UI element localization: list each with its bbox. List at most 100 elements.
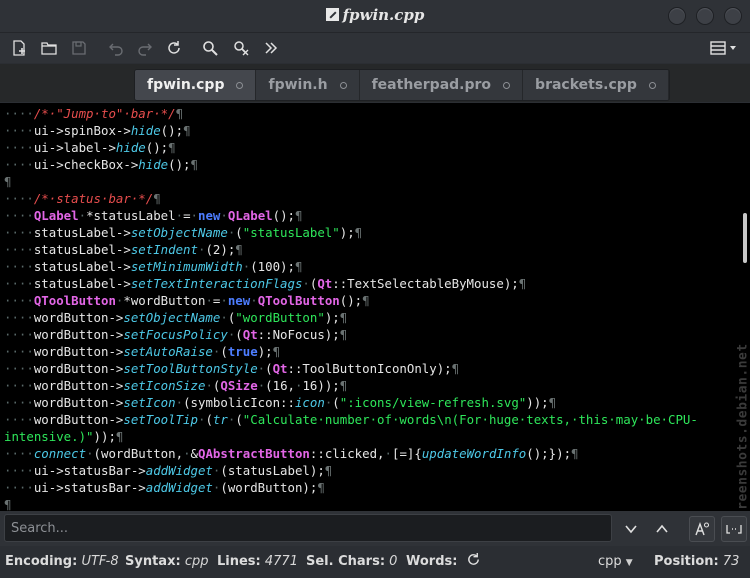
code-token: (	[205, 412, 213, 427]
code-token: Qt	[272, 361, 288, 376]
new-document-icon[interactable]	[7, 36, 31, 60]
code-token: new	[198, 208, 221, 223]
jump-icon[interactable]	[259, 36, 283, 60]
reload-icon[interactable]	[162, 36, 186, 60]
tab-featherpad-pro[interactable]: featherpad.pro	[360, 70, 524, 100]
code-line: ····wordButton->setIcon·(symbolicIcon::i…	[4, 394, 556, 411]
code-token: ¶	[168, 140, 176, 155]
code-token: ¶	[183, 123, 191, 138]
code-token: );	[257, 344, 273, 359]
search-input[interactable]	[4, 514, 612, 542]
code-token: ));	[526, 395, 549, 410]
code-line: ····ui->checkBox->hide();¶	[4, 156, 198, 173]
tab-label: brackets.cpp	[535, 77, 637, 93]
code-line: ····ui->label->hide();¶	[4, 139, 176, 156]
undo-icon[interactable]	[104, 36, 128, 60]
code-token: ····	[4, 259, 34, 274]
code-token: =	[183, 208, 191, 223]
save-icon[interactable]	[67, 36, 91, 60]
code-token: (symbolicIcon::	[183, 395, 295, 410]
words-status: Words:	[406, 554, 457, 569]
code-token: (statusLabel);	[220, 463, 325, 478]
code-token: ¶	[339, 310, 348, 325]
code-token: wordButton->	[33, 412, 124, 427]
language-selector[interactable]: cpp ▼	[598, 554, 633, 569]
vertical-scrollbar[interactable]	[743, 213, 747, 263]
match-case-button[interactable]	[689, 516, 715, 542]
close-button[interactable]	[724, 7, 742, 25]
code-token: ui->statusBar->	[33, 480, 146, 495]
window-title: fpwin.cpp	[0, 6, 750, 24]
code-token: ¶	[339, 378, 348, 393]
code-token: ¶	[354, 225, 363, 240]
minimize-button[interactable]	[668, 7, 686, 25]
whole-word-button[interactable]	[721, 516, 747, 542]
code-token: Qt	[317, 276, 333, 291]
code-token: ····	[4, 327, 34, 342]
code-token: setObjectName	[123, 310, 221, 325]
code-line: ····statusLabel->setIndent·(2);¶	[4, 241, 243, 258]
code-token: 16));	[302, 378, 340, 393]
code-token: (	[332, 395, 340, 410]
code-token: ();	[168, 157, 191, 172]
sel-chars-value: 0	[389, 554, 398, 569]
maximize-button[interactable]	[696, 7, 714, 25]
code-token: /*·"Jump·to"·bar·*/	[33, 106, 176, 121]
code-line: ····connect·(wordButton,·&QAbstractButto…	[4, 445, 579, 462]
code-token: ····	[4, 446, 34, 461]
code-token: wordButton->	[33, 327, 124, 342]
replace-icon[interactable]	[229, 36, 253, 60]
code-token: ();	[160, 123, 184, 138]
close-tab-icon[interactable]	[648, 81, 656, 89]
code-line: ····statusLabel->setTextInteractionFlags…	[4, 275, 526, 292]
code-token: &	[190, 446, 198, 461]
watermark-text: screenshots.debian.net	[735, 343, 750, 511]
code-line: ····statusLabel->setObjectName·("statusL…	[4, 224, 362, 241]
code-line: ····wordButton->setFocusPolicy·(Qt::NoFo…	[4, 326, 347, 343]
menu-arrow-icon[interactable]	[726, 36, 740, 60]
code-token: setIcon	[123, 395, 176, 410]
code-token: ¶	[339, 327, 348, 342]
code-token: ui->statusBar->	[33, 463, 146, 478]
refresh-words-button[interactable]	[466, 552, 481, 571]
code-token: ::ToolButtonIconOnly);	[287, 361, 452, 376]
find-previous-button[interactable]	[649, 516, 675, 542]
code-token: setTextInteractionFlags	[130, 276, 303, 291]
code-token: ·	[86, 446, 94, 461]
close-tab-icon[interactable]	[503, 81, 511, 89]
code-token: "Calculate·number·of·words\n(For·huge·te…	[242, 412, 698, 427]
code-token: ·	[205, 378, 213, 393]
code-token: Qt	[242, 327, 258, 342]
code-token: ::NoFocus);	[257, 327, 340, 342]
close-tab-icon[interactable]	[339, 81, 347, 89]
title-bar: fpwin.cpp	[0, 0, 750, 33]
code-token: ····	[4, 361, 34, 376]
close-tab-icon[interactable]	[236, 81, 244, 89]
code-token: ·	[220, 293, 228, 308]
code-token: (	[235, 225, 243, 240]
code-token: new	[227, 293, 251, 308]
tab-fpwin-h[interactable]: fpwin.h	[256, 70, 360, 100]
find-icon[interactable]	[198, 36, 222, 60]
open-folder-icon[interactable]	[37, 36, 61, 60]
tab-brackets-cpp[interactable]: brackets.cpp	[523, 70, 669, 100]
redo-icon[interactable]	[133, 36, 157, 60]
code-line: ····wordButton->setIconSize·(QSize·(16,·…	[4, 377, 347, 394]
toolbar	[0, 33, 750, 63]
code-editor[interactable]: screenshots.debian.net ···· /*·"Jump·to"·…	[0, 103, 750, 511]
tab-fpwin-cpp[interactable]: fpwin.cpp	[135, 70, 257, 100]
code-token: ····	[4, 140, 34, 155]
code-token: tr	[212, 412, 228, 427]
find-next-button[interactable]	[618, 516, 644, 542]
chevron-up-icon	[656, 524, 668, 533]
tab-bar: fpwin.cpp fpwin.h featherpad.pro brackets.c…	[0, 64, 750, 102]
code-token: (	[265, 361, 273, 376]
code-token: ¶	[190, 157, 198, 172]
code-token: ····	[4, 310, 34, 325]
code-line: ····QLabel·*statusLabel·=·new·QLabel();¶	[4, 207, 303, 224]
code-token: ¶	[362, 293, 370, 308]
match-case-icon	[695, 521, 710, 536]
code-token: ¶	[4, 497, 12, 511]
code-line: ····ui->statusBar->addWidget·(wordButton…	[4, 479, 325, 496]
code-token: ¶	[175, 106, 184, 121]
